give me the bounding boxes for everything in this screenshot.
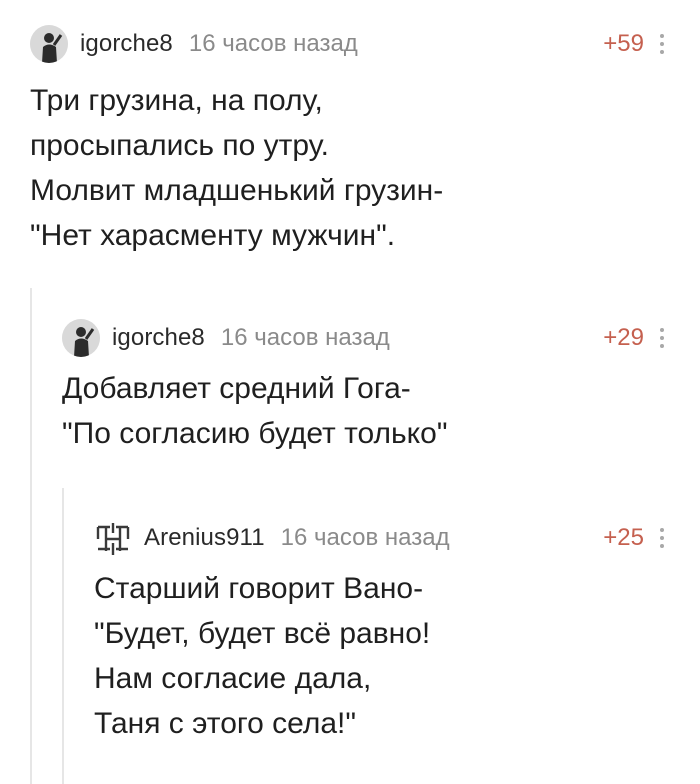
comment-header: igorche8 16 часов назад (62, 318, 390, 358)
more-options-icon[interactable] (660, 318, 664, 358)
rating-score: +25 (603, 524, 644, 551)
comment-header: Arenius911 16 часов назад (94, 518, 450, 558)
comment-text: Добавляет средний Гога- "По согласию буд… (62, 366, 447, 456)
username[interactable]: igorche8 (112, 324, 205, 352)
thread-line-level-2 (62, 488, 64, 784)
comment-line: Молвит младшенький грузин- (30, 174, 444, 207)
user-photo-icon (62, 319, 100, 357)
comment-header: igorche8 16 часов назад (30, 24, 358, 64)
comment-line: "Нет харасменту мужчин". (30, 219, 396, 252)
more-options-icon[interactable] (660, 518, 664, 558)
username[interactable]: igorche8 (80, 30, 173, 58)
rating-score: +29 (603, 324, 644, 351)
comment-line: Добавляет средний Гога- (62, 372, 411, 405)
timestamp: 16 часов назад (220, 324, 390, 351)
avatar[interactable] (94, 519, 132, 557)
comment-line: Таня с этого села!" (94, 707, 357, 740)
avatar[interactable] (62, 319, 100, 357)
timestamp: 16 часов назад (188, 30, 358, 57)
rating-score: +59 (603, 30, 644, 57)
band-logo-icon (95, 520, 131, 556)
thread-line-level-1 (30, 288, 32, 784)
username[interactable]: Arenius911 (144, 524, 265, 552)
comment-line: "Будет, будет всё равно! (94, 617, 431, 650)
comment-text: Три грузина, на полу, просыпались по утр… (30, 78, 443, 258)
more-options-icon[interactable] (660, 24, 664, 64)
comment-line: просыпались по утру. (30, 129, 330, 162)
comment-text: Старший говорит Вано- "Будет, будет всё … (94, 566, 430, 746)
avatar[interactable] (30, 25, 68, 63)
comment-line: "По согласию будет только" (62, 417, 448, 450)
comment-line: Старший говорит Вано- (94, 572, 424, 605)
timestamp: 16 часов назад (280, 524, 450, 551)
comment-line: Три грузина, на полу, (30, 84, 323, 117)
comment-line: Нам согласие дала, (94, 662, 372, 695)
user-photo-icon (30, 25, 68, 63)
